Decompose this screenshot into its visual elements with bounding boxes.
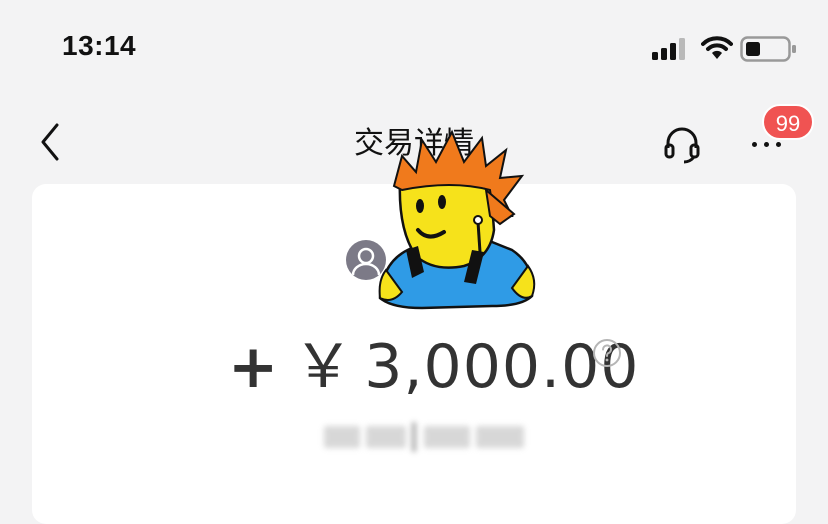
question-mark-icon[interactable] xyxy=(592,338,622,368)
battery-icon xyxy=(740,36,796,62)
customer-service-button[interactable] xyxy=(660,122,704,166)
amount-sign: + xyxy=(228,332,280,402)
transaction-amount: + ￥ 3,000.00 xyxy=(228,318,639,405)
notification-badge: 99 xyxy=(762,104,814,140)
status-bar: 13:14 xyxy=(0,0,828,88)
cartoon-sticker xyxy=(378,129,536,310)
signal-icon xyxy=(652,38,685,60)
blurred-counterparty-text xyxy=(320,418,530,456)
status-time: 13:14 xyxy=(62,30,137,61)
currency-symbol: ￥ xyxy=(293,332,355,402)
wifi-icon xyxy=(701,36,733,59)
more-dots-icon xyxy=(752,142,781,147)
headset-icon xyxy=(664,127,700,164)
